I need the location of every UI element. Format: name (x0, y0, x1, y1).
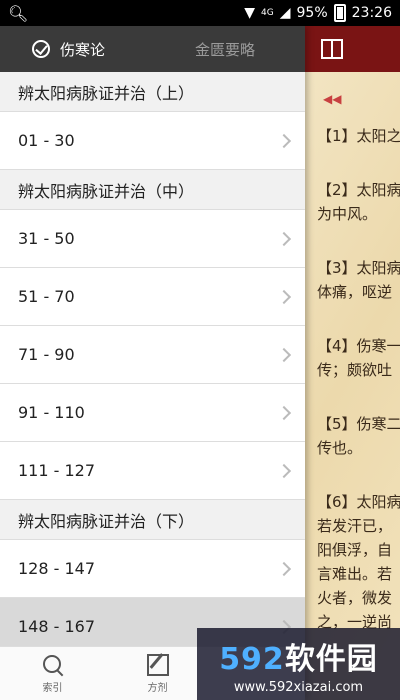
chevron-right-icon (276, 405, 292, 420)
section-header: 辨太阳病脉证并治（中） (0, 170, 305, 210)
nav-label: 索引 (42, 682, 63, 694)
verse: 【4】伤寒一 传；颇欲吐 (317, 337, 400, 379)
range-label: 91 - 110 (18, 403, 85, 422)
nav-formulas[interactable]: 方剂 (105, 647, 210, 700)
list-item[interactable]: 31 - 50 (0, 210, 305, 268)
list-item[interactable]: 111 - 127 (0, 442, 305, 500)
verse: 【1】太阳之 (317, 127, 400, 145)
double-left-arrow-icon[interactable]: ◀◀ (323, 92, 400, 106)
list-item[interactable]: 01 - 30 (0, 112, 305, 170)
chevron-right-icon (276, 289, 292, 304)
chapter-drawer: 伤寒论 金匮要略 辨太阳病脉证并治（上） 01 - 30 辨太阳病脉证并治（中）… (0, 26, 305, 700)
watermark-text: 软件园 (284, 641, 378, 677)
range-label: 111 - 127 (18, 461, 96, 480)
book-icon[interactable] (321, 39, 343, 59)
watermark: 592软件园 www.592xiazai.com (197, 628, 400, 700)
battery-percent: 95% (296, 5, 328, 21)
chevron-right-icon (276, 347, 292, 362)
tab-jinkuiyaolue[interactable]: 金匮要略 (165, 26, 255, 72)
verse: 【6】太阳病 若发汗已， 阳俱浮，自 言难出。若 火者，微发 之，一逆尚 (317, 493, 400, 631)
section-header: 辨太阳病脉证并治（下） (0, 500, 305, 540)
network-type: 4G (261, 8, 274, 18)
range-label: 31 - 50 (18, 229, 75, 248)
edit-icon (146, 653, 169, 676)
verse: 【2】太阳病 为中风。 (317, 181, 400, 223)
nav-label: 方剂 (147, 682, 168, 694)
reader-panel: ◀◀ 【1】太阳之 【2】太阳病 为中风。 【3】太阳病 体痛，呕逆 【4】伤寒… (305, 26, 400, 700)
tab-label: 伤寒论 (60, 40, 106, 59)
clock: 23:26 (351, 5, 392, 21)
check-circle-icon (32, 40, 50, 58)
list-item[interactable]: 71 - 90 (0, 326, 305, 384)
wifi-icon: ▼ (244, 5, 256, 21)
signal-icon: ◢ (279, 5, 291, 21)
tab-label: 金匮要略 (195, 40, 256, 59)
search-icon[interactable]: 🔍︎ (8, 4, 28, 23)
status-bar: 🔍︎ ▼ 4G ◢ 95% 23:26 (0, 0, 400, 26)
watermark-brand: 592软件园 (219, 634, 378, 678)
chevron-right-icon (276, 561, 292, 576)
verse: 【3】太阳病 体痛，呕逆 (317, 259, 400, 301)
search-icon (42, 654, 64, 676)
list-item[interactable]: 128 - 147 (0, 540, 305, 598)
nav-index[interactable]: 索引 (0, 647, 105, 700)
chapter-list: 辨太阳病脉证并治（上） 01 - 30 辨太阳病脉证并治（中） 31 - 50 … (0, 72, 305, 656)
tab-shanghanlun[interactable]: 伤寒论 (0, 26, 165, 72)
chevron-right-icon (276, 133, 292, 148)
watermark-url: www.592xiazai.com (233, 679, 364, 695)
section-header: 辨太阳病脉证并治（上） (0, 72, 305, 112)
list-item[interactable]: 51 - 70 (0, 268, 305, 326)
reader-header (305, 26, 400, 72)
range-label: 71 - 90 (18, 345, 75, 364)
list-item[interactable]: 91 - 110 (0, 384, 305, 442)
battery-icon (333, 4, 346, 22)
book-tab-bar: 伤寒论 金匮要略 (0, 26, 305, 72)
range-label: 128 - 147 (18, 559, 96, 578)
range-label: 51 - 70 (18, 287, 75, 306)
range-label: 01 - 30 (18, 131, 75, 150)
watermark-number: 592 (219, 641, 285, 677)
chevron-right-icon (276, 463, 292, 478)
chevron-right-icon (276, 231, 292, 246)
verse-list: 【1】太阳之 【2】太阳病 为中风。 【3】太阳病 体痛，呕逆 【4】伤寒一 传… (305, 106, 400, 634)
verse: 【5】伤寒二 传也。 (317, 415, 400, 457)
